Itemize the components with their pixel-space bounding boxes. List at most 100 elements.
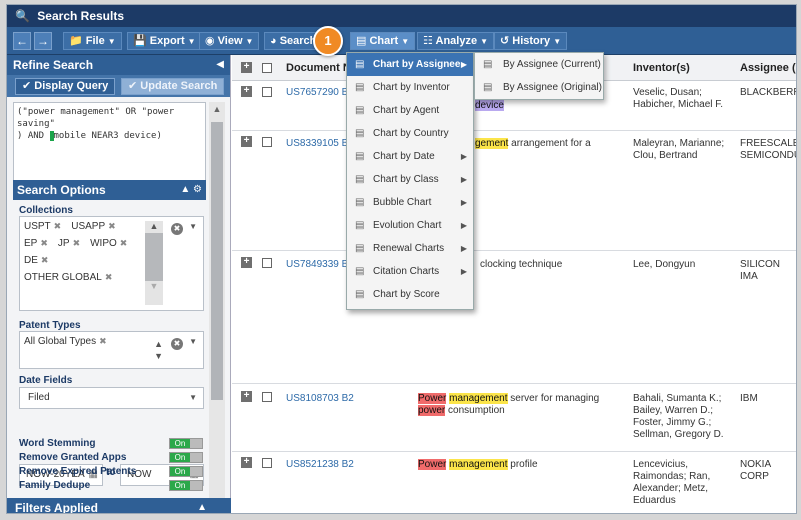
remove-expired-toggle[interactable]: On [169,466,203,477]
row-checkbox[interactable] [262,458,272,468]
document-link[interactable]: US8339105 B2 [286,138,354,150]
clear-icon[interactable]: ✖ [171,223,183,235]
expand-row-icon[interactable]: + [241,136,252,147]
menu-item-renewal-charts[interactable]: ▤ Renewal Charts ▶ [347,237,473,260]
scroll-up-icon[interactable]: ▲ [145,221,163,231]
collection-tag: OTHER GLOBAL ✖ [24,272,113,283]
column-assignee[interactable]: Assignee (O [740,55,796,81]
chevron-down-icon[interactable]: ▼ [189,337,197,346]
update-search-button[interactable]: ✔ Update Search [121,78,225,95]
chart-menu-button[interactable]: ▤ Chart ▼ [350,32,416,50]
document-link[interactable]: US7657290 B2 [286,87,354,99]
chevron-right-icon: ▶ [460,152,467,161]
row-checkbox[interactable] [262,137,272,147]
menu-item-chart-by-class[interactable]: ▤ Chart by Class ▶ [347,168,473,191]
collections-scrollbar[interactable]: ▲ ▼ [145,221,163,305]
analyze-menu-button[interactable]: ☷ Analyze ▼ [417,32,495,50]
display-query-button[interactable]: ✔ Display Query [15,78,116,95]
refine-search-header: Refine Search ◀ [7,55,230,75]
filters-applied-header[interactable]: Filters Applied ▲ [7,498,231,513]
toggle-on-label: On [170,467,190,476]
submenu-item-assignee-current[interactable]: ▤ By Assignee (Current) [475,53,603,76]
inventors-cell: Lee, Dongyun [633,259,696,270]
collapse-up-icon[interactable]: ▲ [197,498,207,513]
chevron-down-icon[interactable]: ▼ [189,222,197,231]
search-options-header[interactable]: Search Options ▲ ⚙ [13,180,206,200]
document-link[interactable]: US8521238 B2 [286,459,354,471]
query-textarea[interactable]: ("power management" OR "power saving" ) … [13,102,206,182]
sidebar-scrollbar[interactable]: ▲ ▼ [209,102,225,510]
export-menu-button[interactable]: 💾 Export ▼ [127,32,202,50]
bar-chart-icon: ▤ [355,220,365,231]
remove-icon[interactable]: ✖ [120,238,128,248]
bar-chart-icon: ▤ [355,82,365,93]
remove-icon[interactable]: ✖ [73,238,81,248]
menu-item-chart-by-inventor[interactable]: ▤ Chart by Inventor [347,76,473,99]
table-row[interactable]: + US8521238 B2 Power management profile … [232,452,796,513]
table-row[interactable]: + US8339105 B2 gement arrangement for a … [232,131,796,251]
clear-icon[interactable]: ✖ [171,338,183,350]
remove-icon[interactable]: ✖ [40,238,48,248]
family-dedupe-toggle[interactable]: On [169,480,203,491]
row-checkbox[interactable] [262,87,272,97]
title-bar: 🔍 Search Results [7,5,796,27]
expand-row-icon[interactable]: + [241,257,252,268]
check-icon: ✔ [128,80,141,92]
remove-icon[interactable]: ✖ [54,221,62,231]
row-checkbox[interactable] [262,258,272,268]
menu-item-chart-by-score[interactable]: ▤ Chart by Score [347,283,473,306]
expand-all-icon[interactable]: + [241,62,252,73]
patent-types-box[interactable]: All Global Types ✖ ▲ ▼ ✖ ▼ [19,331,204,369]
history-menu-button[interactable]: ↺ History ▼ [494,32,568,50]
document-link[interactable]: US7849339 B2 [286,259,354,271]
expand-row-icon[interactable]: + [241,457,252,468]
scroll-up-icon[interactable]: ▲ [209,102,225,116]
remove-expired-label: Remove Expired Patents [19,466,137,477]
menu-item-bubble-chart[interactable]: ▤ Bubble Chart ▶ [347,191,473,214]
expand-row-icon[interactable]: + [241,86,252,97]
chevron-right-icon: ▶ [460,267,467,276]
menu-item-chart-by-date[interactable]: ▤ Chart by Date ▶ [347,145,473,168]
menu-item-chart-by-assignee[interactable]: ▤ Chart by Assignee ▶ [347,53,473,76]
back-arrow-icon[interactable]: ← [13,32,31,50]
result-title: Power management profile [418,459,538,470]
patent-type-tag: All Global Types ✖ [24,336,107,347]
view-menu-button[interactable]: ◉ View ▼ [199,32,260,50]
table-row[interactable]: + US7849339 B2 clocking technique Lee, D… [232,251,796,384]
collections-box[interactable]: USPT ✖ USAPP ✖ EP ✖ JP ✖ WIPO ✖ DE ✖ OTHER GLOBAL… [19,216,204,311]
menu-item-evolution-chart[interactable]: ▤ Evolution Chart ▶ [347,214,473,237]
history-icon: ↺ [500,35,513,47]
window-title: Search Results [37,9,125,23]
document-link[interactable]: US8108703 B2 [286,393,354,405]
table-row[interactable]: + US8108703 B2 Power management server f… [232,384,796,452]
query-button-bar: ✔ Display Query ✔ Update Search [7,75,230,97]
select-all-checkbox[interactable] [262,63,272,73]
mini-scroll-arrows[interactable]: ▲ ▼ [154,338,163,362]
forward-arrow-icon[interactable]: → [34,32,52,50]
menu-item-chart-by-country[interactable]: ▤ Chart by Country [347,122,473,145]
file-menu-button[interactable]: 📁 File ▼ [63,32,122,50]
word-stemming-toggle[interactable]: On [169,438,203,449]
scrollbar-thumb[interactable] [145,233,163,281]
bar-chart-icon: ▤ [355,105,365,116]
toggle-on-label: On [170,453,190,462]
collapse-left-icon[interactable]: ◀ [216,55,224,75]
date-field-select[interactable]: Filed ▼ [19,387,204,409]
row-checkbox[interactable] [262,392,272,402]
scrollbar-thumb[interactable] [211,122,223,400]
collapse-up-gear-icon[interactable]: ▲ ⚙ [180,180,202,200]
chevron-right-icon: ▶ [460,198,467,207]
remove-icon[interactable]: ✖ [99,336,107,346]
chevron-down-icon: ▼ [107,37,116,46]
menu-item-citation-charts[interactable]: ▤ Citation Charts ▶ [347,260,473,283]
bar-chart-icon: ▤ [355,59,365,70]
remove-icon[interactable]: ✖ [105,272,113,282]
submenu-item-assignee-original[interactable]: ▤ By Assignee (Original) [475,76,603,99]
remove-granted-toggle[interactable]: On [169,452,203,463]
column-inventors[interactable]: Inventor(s) [633,55,690,81]
expand-row-icon[interactable]: + [241,391,252,402]
remove-icon[interactable]: ✖ [41,255,49,265]
remove-icon[interactable]: ✖ [108,221,116,231]
scroll-down-icon[interactable]: ▼ [145,281,163,291]
menu-item-chart-by-agent[interactable]: ▤ Chart by Agent [347,99,473,122]
